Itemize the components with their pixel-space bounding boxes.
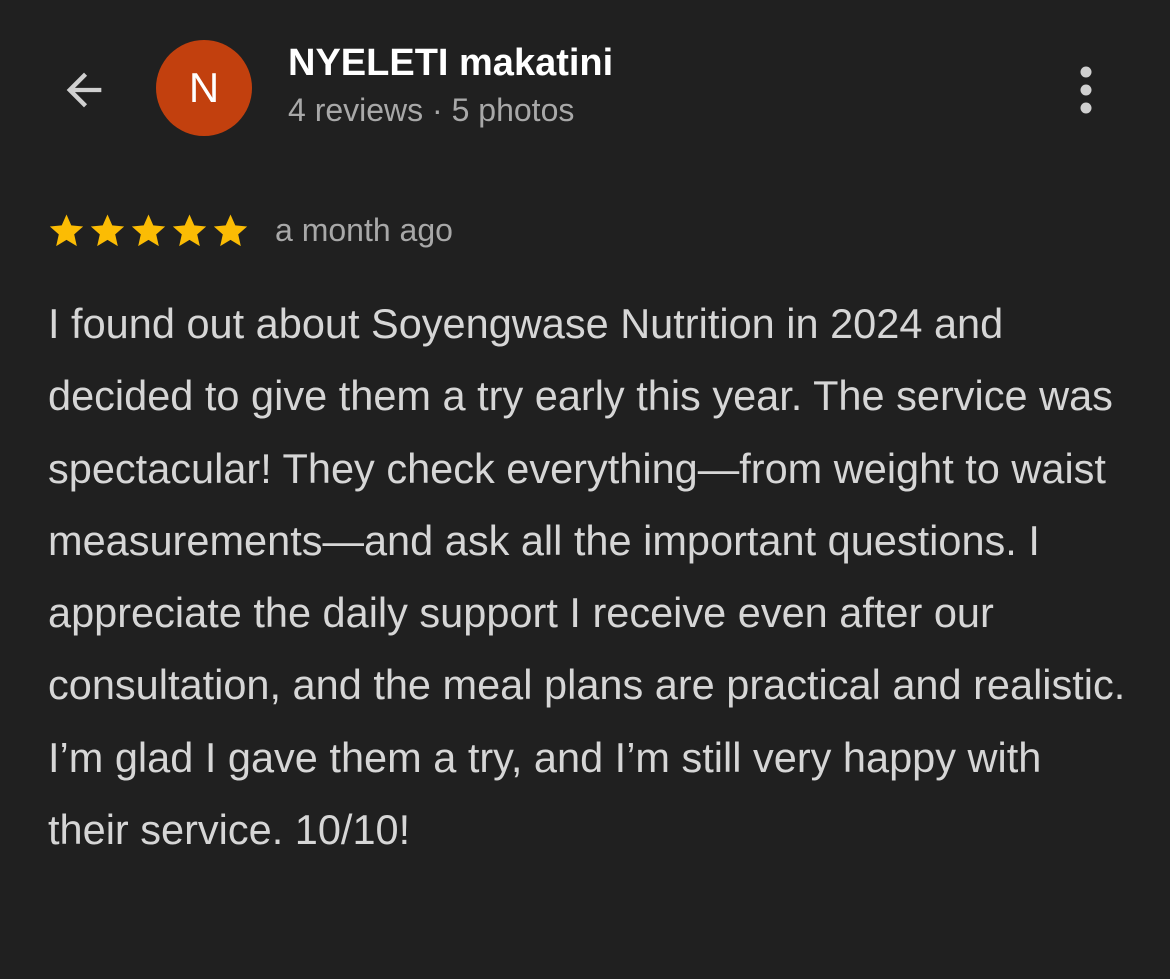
- star-icon: [213, 213, 248, 246]
- reviewer-name[interactable]: NYELETI makatini: [288, 42, 613, 85]
- back-button[interactable]: [52, 58, 116, 122]
- star-icon: [49, 213, 84, 246]
- review-header: N NYELETI makatini 4 reviews · 5 photos: [0, 0, 1170, 180]
- avatar[interactable]: N: [156, 40, 252, 136]
- reviewer-meta: 4 reviews · 5 photos: [288, 92, 575, 128]
- star-icon: [90, 213, 125, 246]
- star-icon: [172, 213, 207, 246]
- star-rating: [48, 212, 253, 249]
- star-icon: [131, 213, 166, 246]
- more-options-button[interactable]: [1062, 58, 1110, 122]
- avatar-letter: N: [188, 64, 220, 111]
- review-text: I found out about Soyengwase Nutrition i…: [48, 300, 1126, 854]
- arrow-left-icon: [66, 72, 102, 108]
- more-vertical-icon: [1080, 66, 1092, 114]
- rating-row: a month ago: [48, 204, 453, 256]
- review-time: a month ago: [275, 211, 453, 248]
